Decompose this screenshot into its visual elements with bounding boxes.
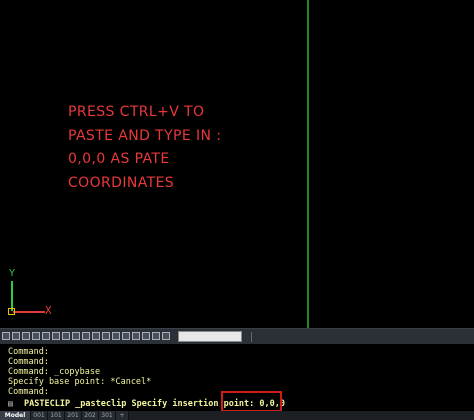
- note-line: PRESS CTRL+V TO: [68, 104, 205, 120]
- history-line: Specify base point: *Cancel*: [8, 377, 152, 387]
- layer-icon[interactable]: [92, 332, 100, 340]
- note-line: PASTE AND TYPE IN :: [68, 127, 222, 144]
- history-line: Command:: [8, 347, 49, 357]
- ucs-x-axis: [13, 311, 45, 313]
- ucs-x-label: X: [45, 304, 52, 317]
- layer-icon[interactable]: [162, 332, 170, 340]
- ucs-origin-icon: [8, 308, 15, 315]
- layer-icon[interactable]: [102, 332, 110, 340]
- command-line-icon: ▤: [8, 399, 13, 408]
- layer-icon[interactable]: [82, 332, 90, 340]
- layer-icon[interactable]: [142, 332, 150, 340]
- toolbar-divider: [251, 332, 252, 342]
- tab-layout-001[interactable]: 001: [31, 411, 48, 420]
- note-line: 0,0,0 AS PATE: [68, 151, 170, 167]
- drawing-canvas[interactable]: PRESS CTRL+V TO PASTE AND TYPE IN : 0,0,…: [0, 0, 474, 328]
- insertion-point-highlight: [221, 391, 282, 412]
- layer-icon[interactable]: [132, 332, 140, 340]
- tab-model[interactable]: Model: [0, 411, 31, 420]
- layer-icon[interactable]: [22, 332, 30, 340]
- layer-icon[interactable]: [72, 332, 80, 340]
- layer-name-field[interactable]: [178, 331, 242, 342]
- note-line: COORDINATES: [68, 174, 175, 191]
- history-line: Command:: [8, 387, 49, 397]
- layout-tabs: Model 001 101 201 202 301 +: [0, 411, 474, 420]
- layer-toolbar: [0, 328, 474, 344]
- layer-icon[interactable]: [2, 332, 10, 340]
- history-line: Command:: [8, 357, 49, 367]
- layer-icon[interactable]: [42, 332, 50, 340]
- history-line: Command: _copybase: [8, 367, 101, 377]
- ucs-y-label: Y: [9, 268, 16, 279]
- tab-layout-301[interactable]: 301: [99, 411, 116, 420]
- layer-icon[interactable]: [12, 332, 20, 340]
- layer-icon[interactable]: [62, 332, 70, 340]
- layer-icon[interactable]: [152, 332, 160, 340]
- add-layout-button[interactable]: +: [116, 411, 129, 420]
- tab-layout-201[interactable]: 201: [65, 411, 82, 420]
- layer-icon[interactable]: [52, 332, 60, 340]
- ucs-y-axis: [11, 281, 13, 311]
- layer-icon[interactable]: [32, 332, 40, 340]
- tab-layout-101[interactable]: 101: [48, 411, 65, 420]
- canvas-text-note[interactable]: PRESS CTRL+V TO PASTE AND TYPE IN : 0,0,…: [68, 101, 308, 195]
- tab-layout-202[interactable]: 202: [82, 411, 99, 420]
- layer-icon[interactable]: [112, 332, 120, 340]
- layer-icon[interactable]: [122, 332, 130, 340]
